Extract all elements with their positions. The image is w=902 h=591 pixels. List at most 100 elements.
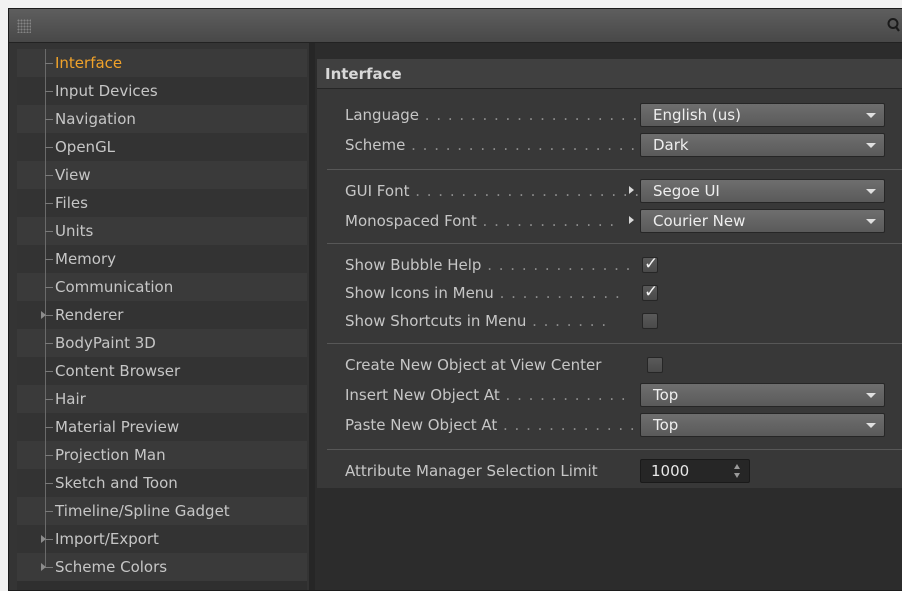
paste-at-dots: . . . . . . . . . . . .	[497, 416, 636, 434]
tree-branch	[45, 483, 53, 484]
tree-branch	[45, 63, 53, 64]
gui-font-label: GUI Font	[345, 182, 410, 200]
tree-branch	[45, 427, 53, 428]
mono-font-dropdown[interactable]: Courier New	[640, 209, 885, 233]
gui-font-row: GUI Font . . . . . . . . . . . . . . . .…	[317, 177, 902, 205]
submenu-arrow-icon[interactable]	[629, 186, 634, 194]
sidebar-item-label: Renderer	[55, 306, 124, 324]
sidebar-item-label: Memory	[55, 250, 117, 268]
sidebar-item-units[interactable]: Units	[17, 217, 307, 245]
category-tree: Interface Input Devices Navigation OpenGL Vi…	[17, 49, 307, 590]
language-row: Language . . . . . . . . . . . . . . . .…	[317, 101, 902, 129]
bubble-help-label: Show Bubble Help	[345, 256, 482, 274]
sidebar-item-timeline-spline-gadget[interactable]: Timeline/Spline Gadget	[17, 497, 307, 525]
sidebar-item-projection-man[interactable]: Projection Man	[17, 441, 307, 469]
tree-branch	[45, 455, 53, 456]
language-dots: . . . . . . . . . . . . . . . . . . . . …	[424, 106, 645, 124]
sidebar-item-label: Sketch and Toon	[55, 474, 178, 492]
gui-font-value: Segoe UI	[653, 182, 720, 200]
sidebar-item-label: View	[55, 166, 91, 184]
tree-branch	[45, 343, 53, 344]
sidebar-item-label: Timeline/Spline Gadget	[55, 502, 230, 520]
sidebar-item-input-devices[interactable]: Input Devices	[17, 77, 307, 105]
divider	[327, 169, 902, 170]
expand-arrow-icon[interactable]	[41, 563, 46, 571]
tree-branch	[45, 371, 53, 372]
sidebar-item-communication[interactable]: Communication	[17, 273, 307, 301]
create-at-center-label: Create New Object at View Center	[345, 356, 602, 374]
panel-title: Interface	[317, 59, 902, 89]
scheme-dropdown[interactable]: Dark	[640, 133, 885, 157]
language-dropdown[interactable]: English (us)	[640, 103, 885, 127]
paste-at-dropdown[interactable]: Top	[640, 413, 885, 437]
check-icon: ✓	[644, 254, 659, 274]
sidebar-item-files[interactable]: Files	[17, 189, 307, 217]
shortcuts-in-menu-row: Show Shortcuts in Menu . . . . . . .	[317, 307, 902, 335]
sidebar-item-label: Import/Export	[55, 530, 159, 548]
bubble-help-checkbox[interactable]: ✓	[642, 254, 659, 274]
sidebar-item-content-browser[interactable]: Content Browser	[17, 357, 307, 385]
sidebar-item-label: Scheme Colors	[55, 558, 168, 576]
sidebar-item-label: Files	[55, 194, 88, 212]
selection-limit-value: 1000	[651, 462, 690, 480]
sidebar-item-interface[interactable]: Interface	[17, 49, 307, 77]
tree-branch	[45, 315, 53, 316]
tree-branch	[45, 567, 53, 568]
sidebar-item-label: Material Preview	[55, 418, 180, 436]
tree-branch	[45, 91, 53, 92]
shortcuts-in-menu-label: Show Shortcuts in Menu	[345, 312, 527, 330]
gui-font-dropdown[interactable]: Segoe UI	[640, 179, 885, 203]
sidebar-item-material-preview[interactable]: Material Preview	[17, 413, 307, 441]
divider	[327, 449, 902, 450]
selection-limit-label: Attribute Manager Selection Limit	[345, 462, 598, 480]
tree-branch	[45, 203, 53, 204]
spinner-icon[interactable]	[734, 464, 741, 478]
divider	[327, 343, 902, 344]
tree-branch	[45, 511, 53, 512]
sidebar-item-label: Communication	[55, 278, 174, 296]
shortcuts-in-menu-checkbox[interactable]	[642, 313, 658, 329]
sidebar-item-hair[interactable]: Hair	[17, 385, 307, 413]
search-icon[interactable]	[886, 17, 900, 33]
chevron-down-icon	[866, 219, 876, 224]
scheme-dots: . . . . . . . . . . . . . . . . . . . . …	[411, 136, 645, 154]
selection-limit-input[interactable]: 1000	[640, 459, 750, 483]
tree-branch	[45, 175, 53, 176]
chevron-down-icon	[866, 423, 876, 428]
icons-in-menu-dots: . . . . . . . . . . .	[493, 284, 621, 302]
sidebar-item-sketch-and-toon[interactable]: Sketch and Toon	[17, 469, 307, 497]
check-icon: ✓	[644, 282, 659, 302]
sidebar-item-renderer[interactable]: Renderer	[17, 301, 307, 329]
expand-arrow-icon[interactable]	[41, 311, 46, 319]
scheme-value: Dark	[653, 136, 689, 154]
sidebar-item-bodypaint-3d[interactable]: BodyPaint 3D	[17, 329, 307, 357]
sidebar-item-memory[interactable]: Memory	[17, 245, 307, 273]
gui-font-dots: . . . . . . . . . . . . . . . . . . . . …	[409, 182, 645, 200]
sidebar-item-label: BodyPaint 3D	[55, 334, 156, 352]
sidebar-item-opengl[interactable]: OpenGL	[17, 133, 307, 161]
tree-branch	[45, 147, 53, 148]
sidebar-item-scheme-colors[interactable]: Scheme Colors	[17, 553, 307, 581]
insert-at-dropdown[interactable]: Top	[640, 383, 885, 407]
create-at-center-checkbox[interactable]	[647, 357, 663, 373]
tree-branch	[45, 399, 53, 400]
settings-panel: Interface Language . . . . . . . . . . .…	[315, 43, 902, 590]
expand-arrow-icon[interactable]	[41, 535, 46, 543]
sidebar-item-view[interactable]: View	[17, 161, 307, 189]
bubble-help-dots: . . . . . . . . . . . . .	[481, 256, 632, 274]
mono-font-dots: . . . . . . . . . . . .	[476, 212, 616, 230]
shortcuts-in-menu-dots: . . . . . . .	[526, 312, 608, 330]
insert-at-dots: . . . . . . . . . . .	[499, 386, 627, 404]
grip-icon[interactable]	[17, 19, 31, 33]
icons-in-menu-checkbox[interactable]: ✓	[642, 282, 659, 302]
insert-at-value: Top	[653, 386, 679, 404]
scheme-row: Scheme . . . . . . . . . . . . . . . . .…	[317, 131, 902, 159]
tree-branch	[45, 259, 53, 260]
sidebar-item-navigation[interactable]: Navigation	[17, 105, 307, 133]
mono-font-value: Courier New	[653, 212, 746, 230]
sidebar-item-import-export[interactable]: Import/Export	[17, 525, 307, 553]
sidebar-item-label: Input Devices	[55, 82, 158, 100]
insert-at-row: Insert New Object At . . . . . . . . . .…	[317, 381, 902, 409]
submenu-arrow-icon[interactable]	[629, 216, 634, 224]
sidebar-item-label: Content Browser	[55, 362, 181, 380]
